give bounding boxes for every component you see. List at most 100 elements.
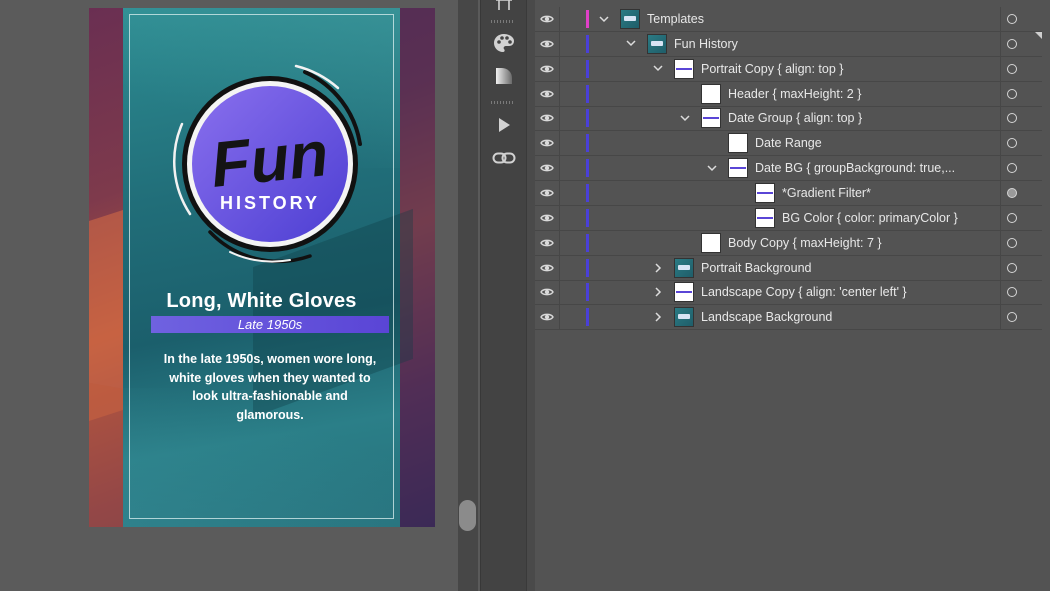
layer-color-bar	[586, 208, 589, 227]
layer-row[interactable]: Header { maxHeight: 2 }	[535, 81, 1042, 107]
layer-target-circle[interactable]	[1007, 113, 1017, 124]
visibility-eye-icon[interactable]	[538, 159, 556, 177]
layer-target-circle[interactable]	[1007, 138, 1017, 149]
column-divider	[1000, 305, 1001, 330]
layer-target-circle[interactable]	[1007, 212, 1017, 223]
layer-target-circle[interactable]	[1007, 63, 1017, 74]
layer-row[interactable]: Landscape Background	[535, 305, 1042, 331]
chevron-down-icon[interactable]	[678, 110, 692, 126]
layer-row[interactable]: BG Color { color: primaryColor }	[535, 205, 1042, 231]
layer-target-circle[interactable]	[1007, 287, 1017, 298]
layer-row[interactable]: Body Copy { maxHeight: 7 }	[535, 230, 1042, 256]
layer-target-circle[interactable]	[1007, 237, 1017, 248]
layer-thumbnail	[620, 9, 640, 29]
chevron-right-icon[interactable]	[651, 284, 665, 300]
layer-thumbnail	[728, 133, 748, 154]
card-body-copy: In the late 1950s, women wore long, whit…	[163, 352, 377, 422]
visibility-eye-icon[interactable]	[538, 134, 556, 152]
layer-name: Fun History	[674, 36, 738, 51]
column-divider	[1000, 131, 1001, 156]
column-divider	[559, 106, 560, 131]
document-canvas[interactable]: Fun HISTORY Long, White Gloves Late 1950…	[0, 0, 458, 591]
visibility-eye-icon[interactable]	[538, 184, 556, 202]
layer-row[interactable]: Fun History	[535, 31, 1042, 57]
toolbar-grip[interactable]	[491, 20, 515, 23]
column-divider	[559, 230, 560, 255]
layer-color-bar	[586, 34, 589, 53]
layer-thumbnail	[755, 207, 775, 228]
layer-row[interactable]: *Gradient Filter*	[535, 180, 1042, 206]
layer-color-bar	[586, 308, 589, 327]
layer-color-bar	[586, 183, 589, 202]
layers-panel: Templates Fun History Portrait Copy { alig…	[535, 0, 1050, 591]
play-icon[interactable]	[489, 110, 519, 140]
column-divider	[559, 156, 560, 181]
visibility-eye-icon[interactable]	[538, 209, 556, 227]
visibility-eye-icon[interactable]	[538, 234, 556, 252]
visibility-eye-icon[interactable]	[538, 60, 556, 78]
layer-thumbnail	[728, 158, 748, 179]
column-divider	[1000, 81, 1001, 106]
column-divider	[1000, 7, 1001, 31]
scrollbar-thumb[interactable]	[459, 500, 476, 531]
column-divider	[559, 205, 560, 230]
artboard[interactable]: Fun HISTORY Long, White Gloves Late 1950…	[89, 8, 435, 527]
layer-target-circle[interactable]	[1007, 14, 1017, 24]
visibility-eye-icon[interactable]	[538, 35, 556, 53]
visibility-eye-icon[interactable]	[538, 308, 556, 326]
layer-target-circle[interactable]	[1007, 187, 1017, 198]
layer-row[interactable]: Date BG { groupBackground: true,...	[535, 156, 1042, 182]
layer-target-circle[interactable]	[1007, 312, 1017, 323]
gradient-swatch-icon[interactable]	[489, 61, 519, 91]
panel-divider[interactable]	[526, 0, 535, 591]
canvas-scrollbar[interactable]	[458, 0, 478, 591]
chevron-down-icon[interactable]	[705, 160, 719, 176]
column-divider	[1000, 255, 1001, 280]
layer-row[interactable]: Landscape Copy { align: 'center left' }	[535, 280, 1042, 306]
layer-color-bar	[586, 283, 589, 302]
layer-color-bar	[586, 59, 589, 78]
layer-row[interactable]: Date Group { align: top }	[535, 106, 1042, 132]
chevron-down-icon[interactable]	[624, 36, 638, 52]
chevron-down-icon[interactable]	[597, 11, 611, 27]
column-divider	[1000, 230, 1001, 255]
layer-target-circle[interactable]	[1007, 38, 1017, 49]
link-icon[interactable]	[489, 143, 519, 173]
column-divider	[1000, 56, 1001, 81]
chevron-down-icon[interactable]	[651, 61, 665, 77]
layer-row[interactable]: Date Range	[535, 131, 1042, 157]
layer-color-bar	[586, 258, 589, 277]
layer-name: Date Range	[755, 136, 822, 151]
layer-name: Date Group { align: top }	[728, 111, 863, 126]
chevron-right-icon[interactable]	[651, 260, 665, 276]
layer-target-circle[interactable]	[1007, 262, 1017, 273]
color-palette-icon[interactable]	[489, 28, 519, 58]
layer-name: Portrait Background	[701, 260, 812, 275]
visibility-eye-icon[interactable]	[538, 109, 556, 127]
visibility-eye-icon[interactable]	[538, 10, 556, 28]
toolbar-grip[interactable]	[491, 101, 515, 104]
layer-row[interactable]: Templates	[535, 7, 1042, 32]
layer-name: *Gradient Filter*	[782, 185, 871, 200]
layer-color-bar	[586, 84, 589, 103]
layer-thumbnail	[701, 232, 721, 253]
artboard-tool-icon[interactable]	[489, 0, 519, 18]
column-divider	[559, 255, 560, 280]
fun-history-logo: Fun HISTORY	[172, 64, 362, 264]
visibility-eye-icon[interactable]	[538, 259, 556, 277]
column-divider	[1000, 180, 1001, 205]
visibility-eye-icon[interactable]	[538, 85, 556, 103]
chevron-right-icon[interactable]	[651, 309, 665, 325]
column-divider	[1000, 280, 1001, 305]
layer-color-bar	[586, 109, 589, 128]
layer-row[interactable]: Portrait Background	[535, 255, 1042, 281]
column-divider	[559, 131, 560, 156]
layer-target-circle[interactable]	[1007, 88, 1017, 99]
layer-thumbnail	[647, 33, 667, 54]
layer-row[interactable]: Portrait Copy { align: top }	[535, 56, 1042, 82]
layer-color-bar	[586, 159, 589, 178]
layer-target-circle[interactable]	[1007, 163, 1017, 174]
visibility-eye-icon[interactable]	[538, 283, 556, 301]
date-range: Late 1950s	[151, 316, 389, 333]
portrait-panel: Fun HISTORY Long, White Gloves Late 1950…	[123, 8, 413, 527]
